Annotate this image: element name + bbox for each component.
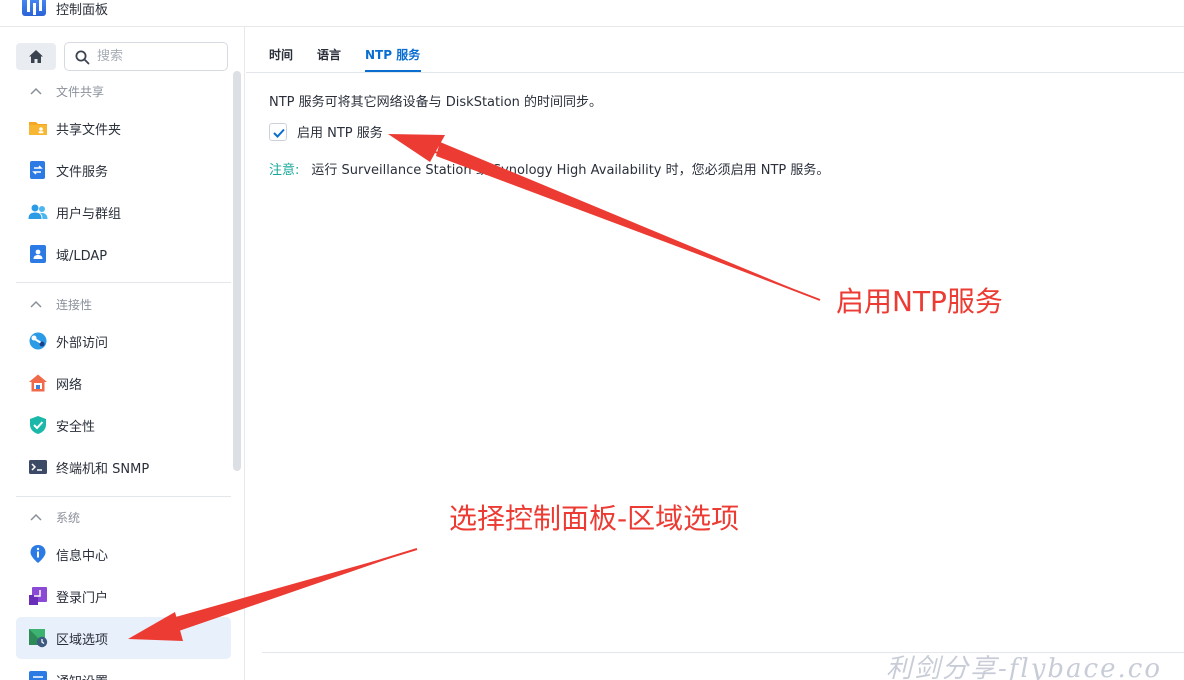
sidebar-item-label: 用户与群组 <box>56 206 122 222</box>
annotation-select-panel: 选择控制面板-区域选项 <box>449 502 740 535</box>
sidebar-item-regional-options[interactable]: 区域选项 <box>16 617 231 659</box>
control-panel-icon <box>22 0 46 16</box>
divider <box>16 282 231 283</box>
sidebar-item-security[interactable]: 安全性 <box>16 404 231 446</box>
group-label: 连接性 <box>56 297 93 312</box>
enable-ntp-option[interactable]: 启用 NTP 服务 <box>269 122 383 141</box>
annotation-enable-ntp: 启用NTP服务 <box>836 285 1003 318</box>
enable-ntp-label: 启用 NTP 服务 <box>297 126 383 141</box>
search-icon <box>75 50 90 65</box>
sidebar-item-shared-folder[interactable]: 共享文件夹 <box>16 107 231 149</box>
users-icon <box>28 202 48 222</box>
sidebar-item-label: 终端机和 SNMP <box>56 461 150 477</box>
sidebar-scrollbar[interactable] <box>233 71 241 471</box>
divider <box>16 496 231 497</box>
regional-options-icon <box>28 628 48 648</box>
sidebar: 文件共享 共享文件夹 文件服务 用户与群组 域/LDAP 连接性 外部访问 网络… <box>0 27 245 680</box>
sidebar-item-label: 安全性 <box>56 419 96 435</box>
sidebar-item-label: 外部访问 <box>56 335 109 351</box>
sidebar-item-notification[interactable]: 通知设置 <box>16 659 231 680</box>
sidebar-item-info-center[interactable]: 信息中心 <box>16 533 231 575</box>
enable-ntp-checkbox[interactable] <box>269 122 287 141</box>
notification-icon <box>28 670 48 680</box>
home-button[interactable] <box>16 43 56 70</box>
sidebar-item-label: 文件服务 <box>56 164 109 180</box>
chevron-up-icon <box>30 513 46 521</box>
group-header-file-sharing[interactable]: 文件共享 <box>30 81 104 101</box>
note: 注意: 运行 Surveillance Station 或 Synology Hi… <box>269 159 829 178</box>
sidebar-item-ldap[interactable]: 域/LDAP <box>16 233 231 275</box>
tab-bar: 时间 语言 NTP 服务 <box>246 27 1184 73</box>
note-text: 运行 Surveillance Station 或 Synology High … <box>311 163 830 178</box>
sidebar-item-label: 网络 <box>56 377 83 393</box>
terminal-icon <box>28 457 48 477</box>
sidebar-item-users[interactable]: 用户与群组 <box>16 191 231 233</box>
group-label: 系统 <box>56 510 81 525</box>
window-title: 控制面板 <box>56 3 109 18</box>
file-services-icon <box>28 160 48 180</box>
external-access-icon <box>28 331 48 351</box>
sidebar-item-network[interactable]: 网络 <box>16 362 231 404</box>
search-field[interactable] <box>64 42 228 71</box>
title-bar: 控制面板 <box>0 0 1184 27</box>
network-icon <box>28 373 48 393</box>
shield-icon <box>28 415 48 435</box>
home-icon <box>29 50 43 63</box>
sidebar-item-label: 域/LDAP <box>56 248 108 264</box>
sidebar-item-label: 通知设置 <box>56 671 108 680</box>
ldap-icon <box>28 244 48 264</box>
sidebar-item-external-access[interactable]: 外部访问 <box>16 320 231 362</box>
watermark: 利剑分享-flybace.co <box>886 654 1162 680</box>
checkmark-icon <box>273 128 285 138</box>
tab-time[interactable]: 时间 <box>269 46 293 63</box>
search-input[interactable] <box>97 47 221 66</box>
group-header-connectivity[interactable]: 连接性 <box>30 294 92 314</box>
info-icon <box>28 544 48 564</box>
sidebar-item-terminal[interactable]: 终端机和 SNMP <box>16 446 231 488</box>
active-tab-indicator <box>365 70 421 72</box>
ntp-description: NTP 服务可将其它网络设备与 DiskStation 的时间同步。 <box>269 95 603 110</box>
note-tag: 注意: <box>269 163 300 178</box>
tab-language[interactable]: 语言 <box>317 46 341 63</box>
login-portal-icon <box>28 586 48 606</box>
sidebar-item-label: 共享文件夹 <box>56 122 122 138</box>
sidebar-item-login-portal[interactable]: 登录门户 <box>16 575 231 617</box>
sidebar-item-label: 区域选项 <box>56 632 109 648</box>
group-header-system[interactable]: 系统 <box>30 507 80 527</box>
shared-folder-icon <box>28 118 48 138</box>
sidebar-item-file-services[interactable]: 文件服务 <box>16 149 231 191</box>
chevron-up-icon <box>30 300 46 308</box>
tab-ntp-service[interactable]: NTP 服务 <box>365 46 420 63</box>
sidebar-item-label: 登录门户 <box>56 590 109 606</box>
sidebar-item-label: 信息中心 <box>56 548 109 564</box>
group-label: 文件共享 <box>56 84 105 99</box>
chevron-up-icon <box>30 87 46 95</box>
